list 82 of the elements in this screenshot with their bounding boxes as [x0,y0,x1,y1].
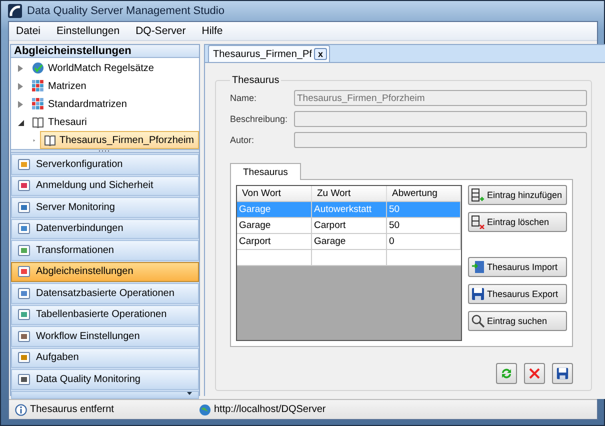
close-icon [529,368,540,379]
book-icon [44,134,56,146]
overflow-caret-icon[interactable] [187,392,192,394]
module-icon [18,288,30,299]
input-field[interactable] [294,132,587,148]
field-label: Name: [230,93,258,103]
nav-item[interactable]: Aufgaben [11,348,199,368]
table-cell[interactable]: Garage [237,218,312,234]
action-button[interactable]: Thesaurus Export [468,284,567,304]
menu-item[interactable]: Datei [16,25,41,37]
nav-item[interactable]: Datensatzbasierte Operationen [11,283,199,304]
close-tab-button[interactable]: x [314,48,327,60]
globe-icon [32,62,44,74]
action-button[interactable]: Eintrag hinzufügen [468,185,567,205]
nav-item[interactable]: Tabellenbasierte Operationen [11,304,199,325]
module-icon [18,374,30,385]
splitter-handle[interactable] [11,149,199,153]
info-icon [15,404,27,416]
tree-item[interactable]: WorldMatch Regelsätze [28,59,159,77]
nav-item[interactable]: Workflow Einstellungen [11,326,199,346]
status-message: Thesaurus entfernt [30,404,114,415]
table-cell[interactable]: Garage [312,234,387,250]
expand-arrow-icon[interactable] [17,100,24,108]
column-header[interactable]: Von Wort [237,186,312,202]
column-header[interactable]: Zu Wort [312,186,387,202]
grid-icon [32,80,44,92]
table-delete-icon [471,215,485,229]
module-icon [18,352,30,364]
column-header[interactable]: Abwertung [387,186,461,202]
collapse-arrow-icon[interactable] [17,118,24,126]
tab[interactable]: Thesaurus [230,163,301,180]
module-icon [18,202,30,213]
module-icon [18,266,30,278]
input-field[interactable] [294,111,587,127]
menu-item[interactable]: DQ-Server [136,25,186,37]
tree-item[interactable]: Standardmatrizen [28,95,132,113]
nav-item[interactable]: Server Monitoring [11,197,199,218]
tree-item[interactable]: Thesauri [28,113,92,131]
refresh-button[interactable] [496,363,517,384]
server-url: http://localhost/DQServer [214,404,326,415]
sidebar-title: Abgleicheinstellungen [11,45,199,58]
globe-icon [199,404,211,416]
nav-item[interactable]: Abgleicheinstellungen [11,262,199,282]
field-label: Beschreibung: [230,114,289,124]
app-logo-icon [8,4,22,18]
module-icon [18,180,30,192]
cancel-button[interactable] [524,363,545,384]
expand-arrow-icon[interactable] [17,64,24,72]
expand-arrow-icon[interactable] [17,82,24,90]
table-cell[interactable]: 50 [387,218,461,234]
grid-icon [32,98,44,110]
table-add-icon [471,188,485,202]
save-button[interactable] [552,363,573,384]
field-label: Autor: [230,135,256,145]
search-icon [471,314,485,328]
nav-item[interactable]: Serverkonfiguration [11,154,199,174]
book-icon [32,116,44,128]
refresh-icon [500,367,513,380]
module-icon [18,223,30,234]
menu-item[interactable]: Einstellungen [56,25,120,37]
nav-item[interactable]: Anmeldung und Sicherheit [11,176,199,196]
table-cell[interactable]: Carport [237,234,312,250]
tree-item[interactable]: Thesaurus_Firmen_Pforzheim [40,131,199,149]
module-icon [18,244,30,256]
action-button[interactable]: Eintrag suchen [468,311,567,331]
table-cell[interactable]: 0 [387,234,461,250]
nav-item[interactable]: Transformationen [11,240,199,260]
module-icon [18,330,30,342]
import-icon [471,260,485,274]
action-button[interactable]: Eintrag löschen [468,212,567,232]
document-tab[interactable]: Thesaurus_Firmen_Pf x [208,45,330,62]
module-icon [18,158,30,170]
module-icon [18,309,30,320]
menu-item[interactable]: Hilfe [202,25,223,37]
tree-item[interactable]: Matrizen [28,77,92,95]
table-cell[interactable]: Carport [312,218,387,234]
nav-item[interactable]: Datenverbindungen [11,218,199,239]
nav-item[interactable]: Data Quality Monitoring [11,369,199,390]
input-field[interactable]: Thesaurus_Firmen_Pforzheim [294,90,587,106]
action-button[interactable]: Thesaurus Import [468,257,567,277]
window-title: Data Quality Server Management Studio [27,5,224,17]
group-title: Thesaurus [231,75,280,86]
